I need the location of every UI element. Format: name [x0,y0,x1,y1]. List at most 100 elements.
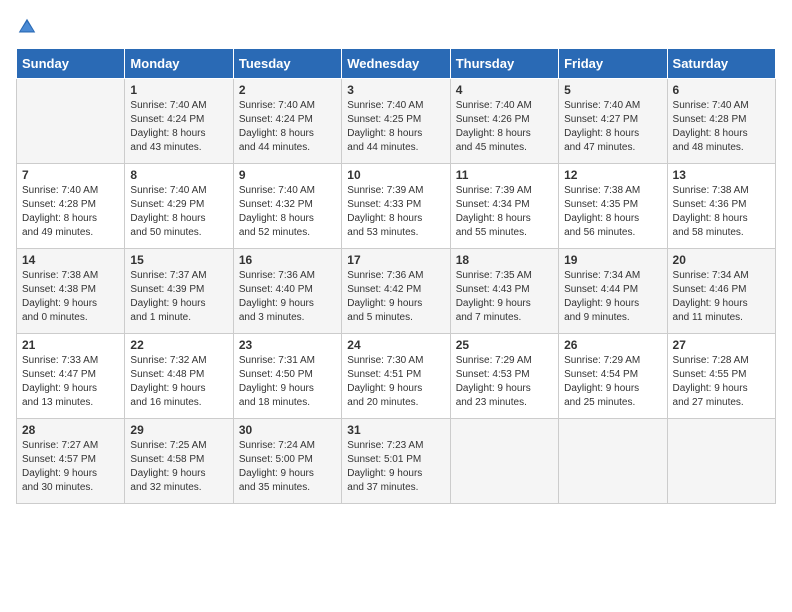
calendar-cell: 3 Sunrise: 7:40 AMSunset: 4:25 PMDaylight… [342,79,450,164]
calendar-cell: 22 Sunrise: 7:32 AMSunset: 4:48 PMDayligh… [125,334,233,419]
calendar-cell: 12Sunrise: 7:38 AMSunset: 4:35 PMDayligh… [559,164,667,249]
day-number: 16 [239,253,336,267]
day-number: 14 [22,253,119,267]
calendar-cell: 18Sunrise: 7:35 AMSunset: 4:43 PMDayligh… [450,249,558,334]
calendar-cell: 13Sunrise: 7:38 AMSunset: 4:36 PMDayligh… [667,164,775,249]
calendar-cell: 5 Sunrise: 7:40 AMSunset: 4:27 PMDaylight… [559,79,667,164]
calendar-week-row: 1 Sunrise: 7:40 AMSunset: 4:24 PMDaylight… [17,79,776,164]
cell-content: Sunrise: 7:34 AMSunset: 4:44 PMDaylight:… [564,269,661,325]
cell-content: Sunrise: 7:24 AMSunset: 5:00 PMDaylight:… [239,439,336,495]
cell-content: Sunrise: 7:29 AMSunset: 4:53 PMDaylight:… [456,354,553,410]
cell-content: Sunrise: 7:40 AMSunset: 4:26 PMDaylight:… [456,99,553,155]
calendar-week-row: 28 Sunrise: 7:27 AMSunset: 4:57 PMDayligh… [17,419,776,504]
day-number: 15 [130,253,227,267]
cell-content: Sunrise: 7:29 AMSunset: 4:54 PMDaylight:… [564,354,661,410]
day-number: 3 [347,83,444,97]
day-number: 31 [347,423,444,437]
calendar-cell: 6 Sunrise: 7:40 AMSunset: 4:28 PMDaylight… [667,79,775,164]
day-number: 19 [564,253,661,267]
cell-content: Sunrise: 7:40 AMSunset: 4:25 PMDaylight:… [347,99,444,155]
header-monday: Monday [125,49,233,79]
calendar-cell: 10 Sunrise: 7:39 AMSunset: 4:33 PMDayligh… [342,164,450,249]
calendar-table: SundayMondayTuesdayWednesdayThursdayFrid… [16,48,776,504]
cell-content: Sunrise: 7:27 AMSunset: 4:57 PMDaylight:… [22,439,119,495]
calendar-header-row: SundayMondayTuesdayWednesdayThursdayFrid… [17,49,776,79]
calendar-cell: 30 Sunrise: 7:24 AMSunset: 5:00 PMDayligh… [233,419,341,504]
day-number: 21 [22,338,119,352]
calendar-cell: 29 Sunrise: 7:25 AMSunset: 4:58 PMDayligh… [125,419,233,504]
calendar-cell: 15 Sunrise: 7:37 AMSunset: 4:39 PMDayligh… [125,249,233,334]
cell-content: Sunrise: 7:32 AMSunset: 4:48 PMDaylight:… [130,354,227,410]
cell-content: Sunrise: 7:40 AMSunset: 4:24 PMDaylight:… [130,99,227,155]
cell-content: Sunrise: 7:37 AMSunset: 4:39 PMDaylight:… [130,269,227,325]
header-saturday: Saturday [667,49,775,79]
cell-content: Sunrise: 7:31 AMSunset: 4:50 PMDaylight:… [239,354,336,410]
day-number: 24 [347,338,444,352]
header-sunday: Sunday [17,49,125,79]
cell-content: Sunrise: 7:39 AMSunset: 4:33 PMDaylight:… [347,184,444,240]
day-number: 30 [239,423,336,437]
calendar-cell: 8 Sunrise: 7:40 AMSunset: 4:29 PMDaylight… [125,164,233,249]
day-number: 9 [239,168,336,182]
header-wednesday: Wednesday [342,49,450,79]
header-thursday: Thursday [450,49,558,79]
day-number: 7 [22,168,119,182]
cell-content: Sunrise: 7:39 AMSunset: 4:34 PMDaylight:… [456,184,553,240]
calendar-cell: 9 Sunrise: 7:40 AMSunset: 4:32 PMDaylight… [233,164,341,249]
cell-content: Sunrise: 7:28 AMSunset: 4:55 PMDaylight:… [673,354,770,410]
cell-content: Sunrise: 7:23 AMSunset: 5:01 PMDaylight:… [347,439,444,495]
cell-content: Sunrise: 7:40 AMSunset: 4:32 PMDaylight:… [239,184,336,240]
day-number: 5 [564,83,661,97]
cell-content: Sunrise: 7:25 AMSunset: 4:58 PMDaylight:… [130,439,227,495]
logo-icon [16,16,38,38]
header-tuesday: Tuesday [233,49,341,79]
calendar-cell: 14Sunrise: 7:38 AMSunset: 4:38 PMDayligh… [17,249,125,334]
day-number: 26 [564,338,661,352]
calendar-cell: 23 Sunrise: 7:31 AMSunset: 4:50 PMDayligh… [233,334,341,419]
calendar-cell: 2 Sunrise: 7:40 AMSunset: 4:24 PMDaylight… [233,79,341,164]
day-number: 25 [456,338,553,352]
cell-content: Sunrise: 7:36 AMSunset: 4:42 PMDaylight:… [347,269,444,325]
calendar-cell: 16 Sunrise: 7:36 AMSunset: 4:40 PMDayligh… [233,249,341,334]
day-number: 22 [130,338,227,352]
cell-content: Sunrise: 7:40 AMSunset: 4:29 PMDaylight:… [130,184,227,240]
day-number: 8 [130,168,227,182]
calendar-cell: 21Sunrise: 7:33 AMSunset: 4:47 PMDayligh… [17,334,125,419]
calendar-cell [559,419,667,504]
calendar-cell: 27Sunrise: 7:28 AMSunset: 4:55 PMDayligh… [667,334,775,419]
calendar-week-row: 21Sunrise: 7:33 AMSunset: 4:47 PMDayligh… [17,334,776,419]
day-number: 17 [347,253,444,267]
cell-content: Sunrise: 7:34 AMSunset: 4:46 PMDaylight:… [673,269,770,325]
day-number: 28 [22,423,119,437]
calendar-cell: 24 Sunrise: 7:30 AMSunset: 4:51 PMDayligh… [342,334,450,419]
day-number: 1 [130,83,227,97]
cell-content: Sunrise: 7:30 AMSunset: 4:51 PMDaylight:… [347,354,444,410]
day-number: 10 [347,168,444,182]
calendar-cell: 20Sunrise: 7:34 AMSunset: 4:46 PMDayligh… [667,249,775,334]
logo [16,16,42,38]
cell-content: Sunrise: 7:40 AMSunset: 4:28 PMDaylight:… [673,99,770,155]
calendar-week-row: 14Sunrise: 7:38 AMSunset: 4:38 PMDayligh… [17,249,776,334]
day-number: 23 [239,338,336,352]
calendar-week-row: 7 Sunrise: 7:40 AMSunset: 4:28 PMDaylight… [17,164,776,249]
calendar-cell: 31 Sunrise: 7:23 AMSunset: 5:01 PMDayligh… [342,419,450,504]
calendar-cell [450,419,558,504]
cell-content: Sunrise: 7:36 AMSunset: 4:40 PMDaylight:… [239,269,336,325]
cell-content: Sunrise: 7:40 AMSunset: 4:27 PMDaylight:… [564,99,661,155]
day-number: 6 [673,83,770,97]
calendar-cell: 11 Sunrise: 7:39 AMSunset: 4:34 PMDayligh… [450,164,558,249]
calendar-cell: 26 Sunrise: 7:29 AMSunset: 4:54 PMDayligh… [559,334,667,419]
day-number: 29 [130,423,227,437]
cell-content: Sunrise: 7:40 AMSunset: 4:24 PMDaylight:… [239,99,336,155]
cell-content: Sunrise: 7:38 AMSunset: 4:35 PMDaylight:… [564,184,661,240]
calendar-cell: 28 Sunrise: 7:27 AMSunset: 4:57 PMDayligh… [17,419,125,504]
day-number: 2 [239,83,336,97]
calendar-cell: 25 Sunrise: 7:29 AMSunset: 4:53 PMDayligh… [450,334,558,419]
day-number: 11 [456,168,553,182]
calendar-cell: 17 Sunrise: 7:36 AMSunset: 4:42 PMDayligh… [342,249,450,334]
page-header [16,16,776,38]
calendar-cell: 19 Sunrise: 7:34 AMSunset: 4:44 PMDayligh… [559,249,667,334]
cell-content: Sunrise: 7:38 AMSunset: 4:36 PMDaylight:… [673,184,770,240]
calendar-cell [17,79,125,164]
cell-content: Sunrise: 7:40 AMSunset: 4:28 PMDaylight:… [22,184,119,240]
